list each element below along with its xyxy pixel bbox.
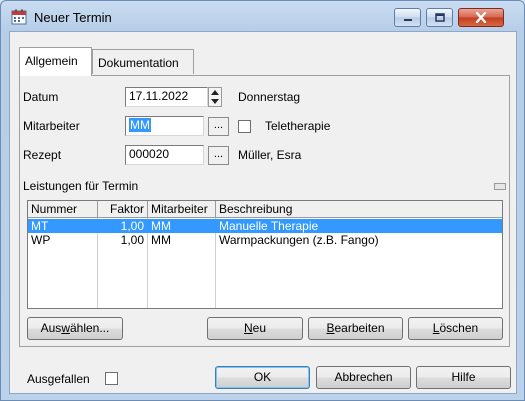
dialog-window: Neuer Termin Allgemein Dokumentation Dat… (0, 0, 525, 401)
window-title: Neuer Termin (34, 10, 112, 25)
column-header-mitarbeiter[interactable]: Mitarbeiter (148, 201, 216, 218)
rezept-field[interactable]: 000020 (125, 145, 204, 165)
mitarbeiter-label: Mitarbeiter (23, 119, 80, 133)
minimize-icon (403, 18, 412, 21)
close-icon (475, 12, 487, 23)
spin-down-icon (211, 99, 219, 104)
bearbeiten-post: earbeiten (334, 321, 385, 335)
auswaehlen-post: ählen... (69, 321, 110, 335)
dialog-client: Allgemein Dokumentation Datum 17.11.2022… (9, 31, 517, 394)
mitarbeiter-field[interactable]: MM (125, 116, 204, 136)
rezept-browse-button[interactable]: ... (208, 146, 229, 165)
leistungen-list[interactable]: Nummer Faktor Mitarbeiter Beschreibung M… (27, 200, 503, 309)
cell-beschreibung: Manuelle Therapie (219, 219, 319, 233)
hilfe-button[interactable]: Hilfe (416, 366, 511, 389)
cell-mitarbeiter: MM (151, 233, 171, 247)
datum-label: Datum (23, 90, 59, 104)
leistungen-label: Leistungen für Termin (23, 179, 139, 193)
neu-access-key: N (243, 321, 253, 335)
bearbeiten-button[interactable]: Bearbeiten (308, 317, 403, 340)
loeschen-post: öschen (439, 321, 479, 335)
minimize-button[interactable] (394, 8, 421, 27)
ausgefallen-checkbox[interactable] (105, 372, 118, 385)
patient-name: Müller, Esra (238, 148, 302, 162)
auswaehlen-access-key: w (61, 321, 70, 335)
spin-up-icon (211, 90, 219, 95)
cell-mitarbeiter: MM (151, 219, 171, 233)
datum-field[interactable]: 17.11.2022 (125, 87, 208, 107)
tab-allgemein[interactable]: Allgemein (19, 47, 92, 76)
neu-post: eu (252, 321, 267, 335)
mitarbeiter-browse-button[interactable]: ... (208, 117, 229, 136)
column-header-beschreibung[interactable]: Beschreibung (216, 201, 502, 218)
title-bar[interactable]: Neuer Termin (1, 1, 524, 31)
weekday-text: Donnerstag (238, 90, 301, 104)
mitarbeiter-value: MM (129, 118, 151, 132)
tab-panel-allgemein: Datum 17.11.2022 Donnerstag Mitarbeiter … (19, 75, 510, 347)
cell-beschreibung: Warmpackungen (z.B. Fango) (219, 233, 379, 247)
cell-nummer: WP (31, 233, 51, 247)
cell-faktor: 1,00 (120, 233, 144, 247)
calendar-icon (11, 9, 27, 25)
loeschen-button[interactable]: Löschen (408, 317, 503, 340)
teletherapie-checkbox[interactable] (238, 120, 251, 133)
cell-faktor: 1,00 (120, 219, 144, 233)
datum-spinner[interactable] (208, 87, 222, 107)
cell-nummer: MT (31, 219, 49, 233)
table-row[interactable]: WP 1,00 MM Warmpackungen (z.B. Fango) (28, 233, 502, 247)
collapse-toggle[interactable] (494, 183, 506, 190)
ausgefallen-label: Ausgefallen (27, 372, 90, 386)
teletherapie-label: Teletherapie (265, 119, 331, 133)
tab-dokumentation[interactable]: Dokumentation (92, 49, 194, 74)
close-button[interactable] (458, 8, 504, 27)
column-header-nummer[interactable]: Nummer (28, 201, 98, 218)
auswaehlen-button[interactable]: Auswählen... (27, 317, 123, 340)
abbrechen-button[interactable]: Abbrechen (316, 366, 411, 389)
table-row[interactable]: MT 1,00 MM Manuelle Therapie (28, 219, 502, 233)
ok-button[interactable]: OK (215, 366, 310, 389)
column-header-faktor[interactable]: Faktor (98, 201, 148, 218)
maximize-button[interactable] (426, 8, 453, 27)
maximize-icon (434, 13, 445, 22)
neu-button[interactable]: Neu (207, 317, 303, 340)
auswaehlen-pre: Aus (40, 321, 62, 335)
rezept-label: Rezept (23, 148, 62, 162)
